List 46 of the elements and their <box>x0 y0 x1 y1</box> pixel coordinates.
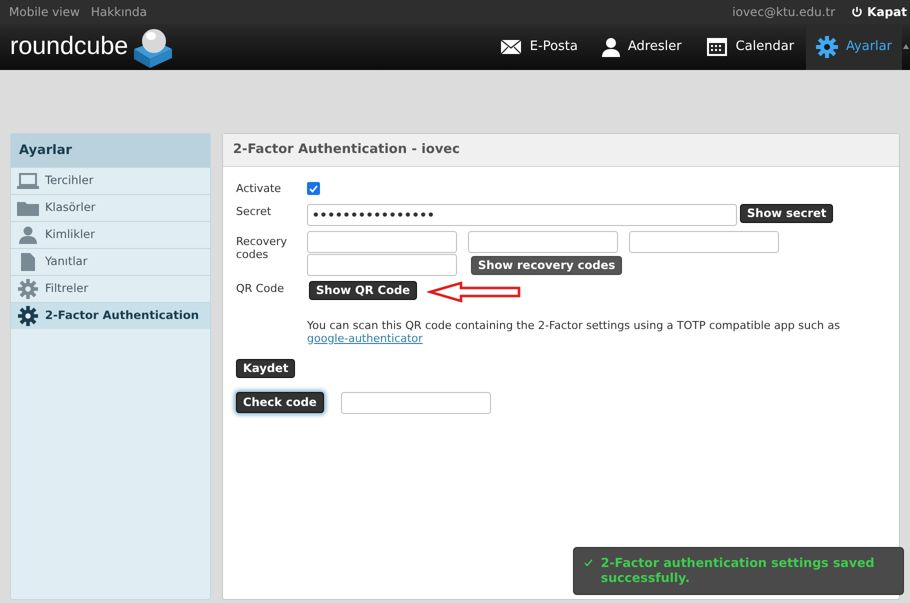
input-field[interactable] <box>340 392 491 414</box>
authenticator-link[interactable]: google-authenticator <box>307 332 423 344</box>
show-secret-button[interactable]: Show secret <box>740 204 834 222</box>
nav-tab[interactable]: Adresler <box>590 24 694 70</box>
calendar-icon <box>706 37 728 57</box>
sidebar-item[interactable]: Kimlikler <box>11 221 210 248</box>
logout-link[interactable]: Kapat <box>851 3 907 21</box>
sidebar-item[interactable]: Yanıtlar <box>11 248 210 275</box>
nav-tab[interactable]: Calendar <box>694 24 806 70</box>
top-link[interactable]: Mobile view <box>9 3 80 21</box>
check-icon <box>584 558 593 568</box>
nav-tab[interactable]: E-Posta <box>488 24 590 70</box>
power-icon <box>851 6 864 18</box>
person-icon <box>602 37 620 57</box>
field-label: QR Code <box>236 280 285 296</box>
save-button[interactable]: Kaydet <box>236 358 296 378</box>
check-code-button[interactable]: Check code <box>236 392 324 413</box>
field-label: Recovery codes <box>236 234 288 260</box>
activate-checkbox[interactable] <box>307 182 320 195</box>
sidebar-item[interactable]: Klasörler <box>11 194 210 221</box>
hint-text: You can scan this QR code containing the 2-Factor settings using a TOTP compatible app such as google-authenticator <box>307 318 841 344</box>
folder-icon <box>17 200 39 216</box>
logo-text: roundcube <box>10 31 128 62</box>
top-link[interactable]: Hakkında <box>90 3 147 21</box>
field-label: Secret <box>236 204 272 220</box>
nav-tab[interactable]: Ayarlar <box>806 24 902 70</box>
sidebar-item[interactable]: 2-Factor Authentication <box>11 302 210 329</box>
input-field[interactable]: •••••••••••••••• <box>307 204 737 226</box>
gear-icon <box>18 279 38 299</box>
sidebar-title: Ayarlar <box>19 142 72 160</box>
person-icon <box>19 226 37 244</box>
panel-title: 2-Factor Authentication - iovec <box>233 141 460 160</box>
scroll-up-icon <box>903 44 909 49</box>
user-email: iovec@ktu.edu.tr <box>732 4 836 21</box>
envelope-icon <box>500 39 522 55</box>
toast-message: 2-Factor authentication settings saved successfully. <box>600 555 876 585</box>
field-label: Activate <box>236 181 282 197</box>
gear-icon <box>18 306 38 326</box>
input-field[interactable] <box>307 254 457 276</box>
input-field[interactable] <box>468 230 618 252</box>
show-qr-code-button[interactable]: Show QR Code <box>309 280 418 300</box>
input-field[interactable] <box>307 230 457 252</box>
laptop-icon <box>17 173 39 189</box>
document-icon <box>21 253 35 271</box>
input-field[interactable] <box>629 230 779 252</box>
sidebar-item[interactable]: Tercihler <box>11 167 210 194</box>
